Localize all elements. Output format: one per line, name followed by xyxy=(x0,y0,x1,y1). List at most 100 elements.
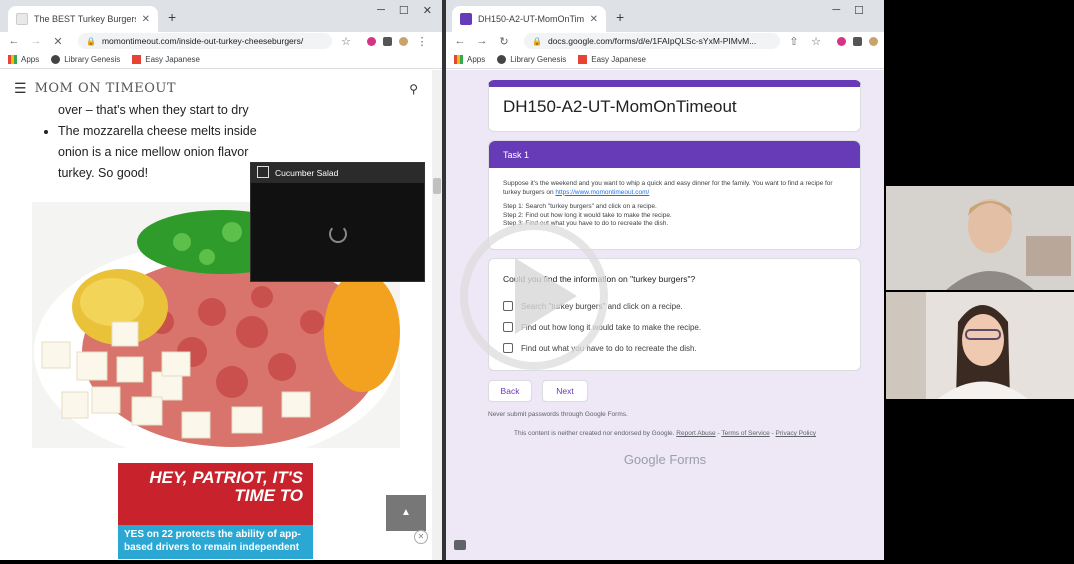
bookmark-label: Apps xyxy=(21,55,40,64)
tab-strip: The BEST Turkey Burgers - Mom ✕ + ─ ☐ ✕ xyxy=(0,0,442,32)
libgen-icon xyxy=(51,55,61,64)
password-warning: Never submit passwords through Google Fo… xyxy=(488,411,628,418)
screen-recording: The BEST Turkey Burgers - Mom ✕ + ─ ☐ ✕ … xyxy=(0,0,1074,564)
menu-kebab-icon[interactable]: ⋮ xyxy=(414,35,430,48)
bookmarks-bar: Apps Library Genesis Easy Japanese xyxy=(0,51,442,69)
bookmark-library-genesis[interactable]: Library Genesis xyxy=(497,55,566,64)
form-footer: This content is neither created nor endo… xyxy=(514,430,816,437)
close-tab-icon[interactable]: ✕ xyxy=(590,14,598,25)
easy-japanese-icon xyxy=(132,55,142,64)
close-window-icon[interactable]: ✕ xyxy=(423,4,432,17)
feedback-icon[interactable] xyxy=(454,540,466,550)
extension-icon[interactable] xyxy=(367,36,376,46)
back-button[interactable]: Back xyxy=(488,380,532,402)
bullet-text: onion is a nice mellow onion flavor xyxy=(58,145,249,159)
share-icon[interactable]: ⇧ xyxy=(786,35,802,48)
ad-banner[interactable]: YES on 22 protects the ability of app-ba… xyxy=(118,525,313,559)
section-header: Task 1 xyxy=(489,141,860,168)
page-scrollbar[interactable] xyxy=(432,70,442,560)
bookmark-easy-japanese[interactable]: Easy Japanese xyxy=(132,55,200,64)
bookmark-label: Easy Japanese xyxy=(591,55,646,64)
new-tab-icon[interactable]: + xyxy=(168,9,176,25)
page-content: ☰ MOM ON TIMEOUT ⚲ over – that's when th… xyxy=(0,70,442,560)
browser-toolbar: ← → ✕ 🔒 momontimeout.com/inside-out-turk… xyxy=(0,32,442,50)
loading-spinner-icon xyxy=(329,225,347,243)
search-icon[interactable]: ⚲ xyxy=(409,82,418,96)
bookmark-easy-japanese[interactable]: Easy Japanese xyxy=(578,55,646,64)
apps-grid-icon xyxy=(8,55,17,64)
form-title-card: DH150-A2-UT-MomOnTimeout xyxy=(488,80,861,132)
report-abuse-link[interactable]: Report Abuse xyxy=(676,430,715,437)
bookmark-label: Library Genesis xyxy=(510,55,567,64)
forward-icon[interactable]: → xyxy=(28,35,44,47)
scrollbar-thumb[interactable] xyxy=(433,178,441,194)
back-icon[interactable]: ← xyxy=(452,35,468,47)
back-icon[interactable]: ← xyxy=(6,35,22,47)
url-text: docs.google.com/forms/d/e/1FAIpQLSc-sYxM… xyxy=(547,36,757,46)
libgen-icon xyxy=(497,55,507,64)
pip-expand-icon[interactable] xyxy=(257,166,269,178)
scroll-to-top-button[interactable]: ▲ xyxy=(386,495,426,531)
forward-icon[interactable]: → xyxy=(474,35,490,47)
tab-turkey-burgers[interactable]: The BEST Turkey Burgers - Mom ✕ xyxy=(8,6,158,32)
participant-video-2 xyxy=(886,292,1074,399)
minimize-icon[interactable]: ─ xyxy=(377,4,385,17)
easy-japanese-icon xyxy=(578,55,588,64)
terms-link[interactable]: Terms of Service xyxy=(721,430,769,437)
window-controls: ─ ☐ ✕ xyxy=(377,4,432,17)
site-favicon-icon xyxy=(16,13,28,25)
form-title: DH150-A2-UT-MomOnTimeout xyxy=(503,97,737,116)
next-button[interactable]: Next xyxy=(542,380,588,402)
bookmark-apps[interactable]: Apps xyxy=(8,55,39,64)
play-icon[interactable] xyxy=(515,258,577,334)
apps-grid-icon xyxy=(454,55,463,64)
url-text: momontimeout.com/inside-out-turkey-chees… xyxy=(101,36,304,46)
stop-loading-icon[interactable]: ✕ xyxy=(50,35,66,48)
close-banner-icon[interactable]: ✕ xyxy=(414,530,428,544)
puzzle-icon[interactable] xyxy=(383,36,392,46)
task-description: Suppose it's the weekend and you want to… xyxy=(489,168,860,229)
lock-icon: 🔒 xyxy=(86,36,96,46)
bullet-text: The mozzarella cheese melts inside xyxy=(58,124,257,138)
maximize-icon[interactable]: ☐ xyxy=(399,4,409,17)
browser-toolbar: ← → ↻ 🔒 docs.google.com/forms/d/e/1FAIpQ… xyxy=(446,32,884,50)
privacy-link[interactable]: Privacy Policy xyxy=(776,430,816,437)
new-tab-icon[interactable]: + xyxy=(616,9,624,25)
puzzle-icon[interactable] xyxy=(853,36,862,46)
avatar[interactable] xyxy=(869,36,878,46)
task-step: Step 2: Find out how long it would take … xyxy=(503,211,672,219)
window-controls: ─ ☐ xyxy=(832,4,864,17)
minimize-icon[interactable]: ─ xyxy=(832,4,840,17)
extension-icon[interactable] xyxy=(837,36,846,46)
bookmark-library-genesis[interactable]: Library Genesis xyxy=(51,55,120,64)
google-forms-favicon-icon xyxy=(460,13,472,25)
maximize-icon[interactable]: ☐ xyxy=(854,4,864,17)
advertisement[interactable]: HEY, PATRIOT, IT'S TIME TO xyxy=(118,463,313,533)
bookmark-star-icon[interactable]: ☆ xyxy=(808,35,824,48)
site-logo[interactable]: MOM ON TIMEOUT xyxy=(35,81,176,96)
avatar[interactable] xyxy=(399,36,408,46)
address-bar[interactable]: 🔒 momontimeout.com/inside-out-turkey-che… xyxy=(78,33,332,49)
picture-in-picture-video[interactable]: Cucumber Salad xyxy=(250,162,425,282)
reload-icon[interactable]: ↻ xyxy=(496,35,512,48)
tab-title: The BEST Turkey Burgers - Mom xyxy=(34,14,136,24)
bookmark-label: Library Genesis xyxy=(64,55,121,64)
tab-google-form[interactable]: DH150-A2-UT-MomOnTimeout ✕ xyxy=(452,6,606,32)
task-link[interactable]: https://www.momontimeout.com/ xyxy=(555,189,649,196)
lock-icon: 🔒 xyxy=(532,36,542,46)
hamburger-menu-icon[interactable]: ☰ xyxy=(14,80,27,97)
pip-title-bar: Cucumber Salad xyxy=(251,163,424,183)
bookmarks-bar: Apps Library Genesis Easy Japanese xyxy=(446,51,884,69)
task-step: Step 1: Search "turkey burgers" and clic… xyxy=(503,203,657,210)
bookmark-apps[interactable]: Apps xyxy=(454,55,485,64)
bookmark-label: Apps xyxy=(467,55,486,64)
left-browser-window: The BEST Turkey Burgers - Mom ✕ + ─ ☐ ✕ … xyxy=(0,0,442,560)
bookmark-star-icon[interactable]: ☆ xyxy=(338,35,354,48)
address-bar[interactable]: 🔒 docs.google.com/forms/d/e/1FAIpQLSc-sY… xyxy=(524,33,780,49)
participant-video-1 xyxy=(886,186,1074,290)
footer-disclaimer: This content is neither created nor endo… xyxy=(514,430,675,437)
close-tab-icon[interactable]: ✕ xyxy=(142,14,150,25)
article-line: over – that's when they start to dry xyxy=(58,103,249,117)
google-forms-brand: Google Forms xyxy=(623,452,707,467)
task-intro: Suppose it's the weekend and you want to… xyxy=(503,180,833,196)
